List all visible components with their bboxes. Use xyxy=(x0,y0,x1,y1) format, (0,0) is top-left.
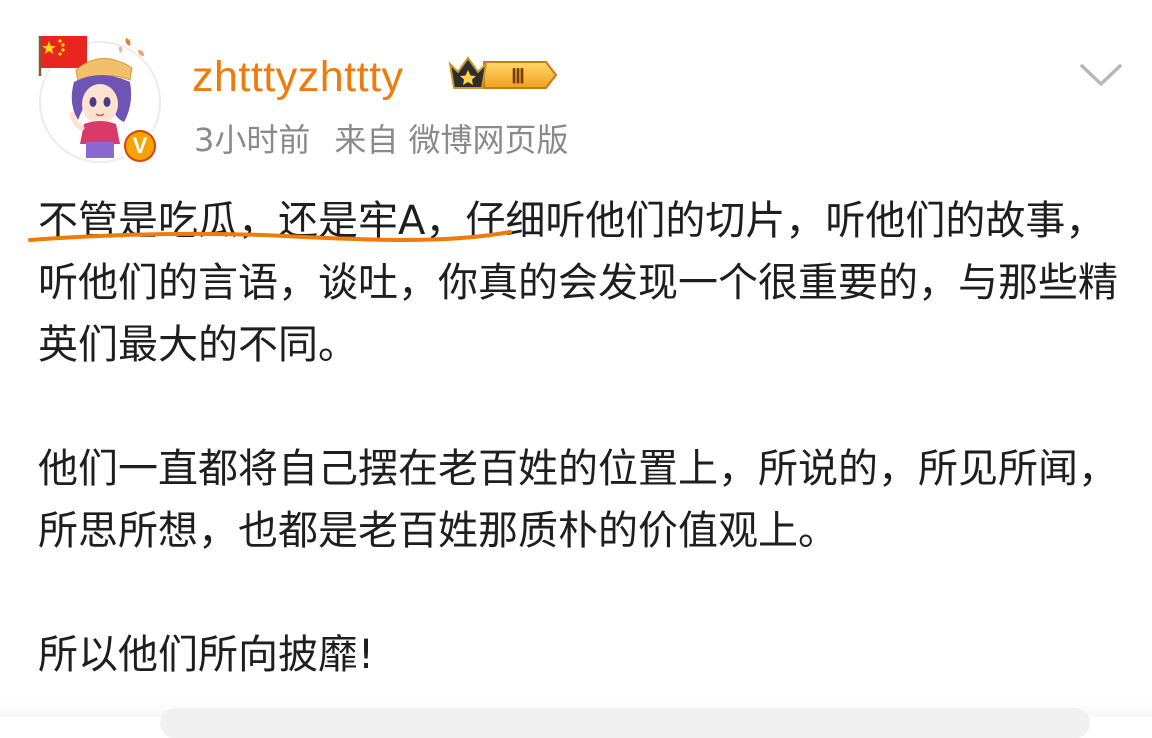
avatar[interactable]: V xyxy=(34,32,166,166)
action-bar-hint xyxy=(160,708,1090,738)
post-meta: 3小时前 来自 微博网页版 xyxy=(194,118,569,162)
post-source: 来自 微博网页版 xyxy=(334,121,569,159)
chevron-down-icon[interactable] xyxy=(1078,58,1124,92)
username[interactable]: zhtttyzhttty xyxy=(192,50,404,104)
crown-vip-badge-icon[interactable]: Ⅲ xyxy=(446,52,562,98)
post-body: 不管是吃瓜，还是牢A，仔细听他们的切片，听他们的故事，听他们的言语，谈吐，你真的… xyxy=(38,190,1128,686)
post-paragraph: 所以他们所向披靡! xyxy=(38,632,375,678)
vip-level-text: Ⅲ xyxy=(511,66,525,88)
post-paragraph: 不管是吃瓜，还是牢A，仔细听他们的切片，听他们的故事，听他们的言语，谈吐，你真的… xyxy=(38,198,1118,368)
post-paragraph: 他们一直都将自己摆在老百姓的位置上，所说的，所见所闻，所思所想，也都是老百姓那质… xyxy=(38,446,1118,554)
post-time: 3小时前 xyxy=(194,121,311,159)
verified-badge: V xyxy=(120,126,160,166)
post-header: V zhtttyzhttty Ⅲ 3小时前 来自 微博网页版 xyxy=(0,0,1152,180)
verified-v-icon: V xyxy=(124,130,156,162)
